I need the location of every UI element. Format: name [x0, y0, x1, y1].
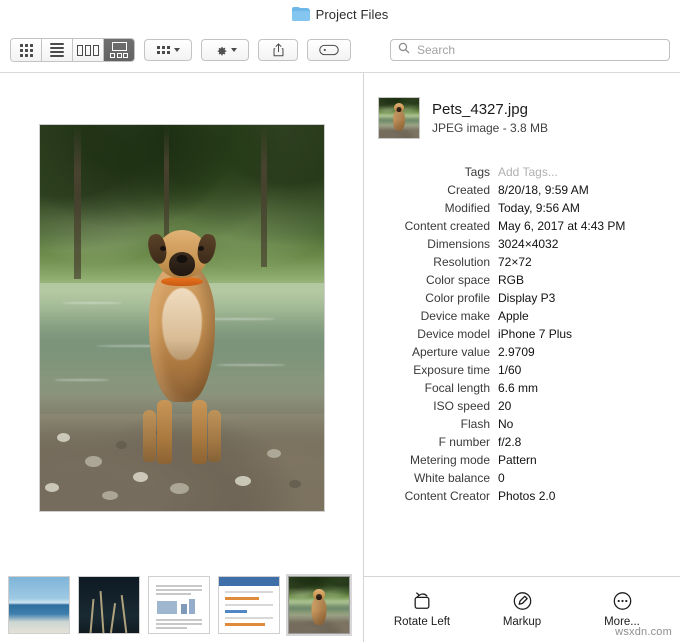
- info-label: Exposure time: [413, 363, 490, 377]
- file-meta: Pets_4327.jpg JPEG image - 3.8 MB: [432, 101, 548, 135]
- thumbnail-spreadsheet[interactable]: [218, 576, 280, 634]
- thumbnail-beach[interactable]: [8, 576, 70, 634]
- file-header: Pets_4327.jpg JPEG image - 3.8 MB: [364, 73, 680, 149]
- info-label: Device model: [417, 327, 490, 341]
- gear-icon: [214, 44, 227, 57]
- watermark: wsxdn.com: [615, 626, 672, 638]
- window-title: Project Files: [315, 6, 389, 22]
- search-icon: [398, 41, 410, 59]
- info-label: Content created: [404, 219, 490, 233]
- inspector-pane: Pets_4327.jpg JPEG image - 3.8 MB Tags A…: [364, 73, 680, 642]
- info-label: Color profile: [425, 291, 490, 305]
- info-label: ISO speed: [433, 399, 490, 413]
- ellipsis-circle-icon: [612, 591, 633, 611]
- folder-icon: [291, 7, 310, 21]
- toolbar: [0, 28, 680, 72]
- info-label: Content Creator: [404, 489, 490, 503]
- content-area: Pets_4327.jpg JPEG image - 3.8 MB Tags A…: [0, 72, 680, 642]
- action-menu-button[interactable]: [201, 39, 249, 61]
- rotate-left-label: Rotate Left: [393, 616, 451, 628]
- more-action[interactable]: More...: [580, 591, 664, 628]
- info-label: Resolution: [433, 255, 490, 269]
- info-value: 1/60: [498, 363, 522, 377]
- chevron-down-icon: [230, 48, 237, 52]
- rotate-left-icon: [411, 591, 433, 611]
- info-value: RGB: [498, 273, 525, 287]
- info-value: 6.6 mm: [498, 381, 539, 395]
- info-value: 72×72: [498, 255, 532, 269]
- markup-icon: [512, 591, 533, 611]
- thumbnail-document[interactable]: [148, 576, 210, 634]
- info-value: Apple: [498, 309, 529, 323]
- search-field[interactable]: [390, 39, 670, 61]
- info-value: May 6, 2017 at 4:43 PM: [498, 219, 626, 233]
- grid-icon: [19, 43, 33, 57]
- info-value: 2.9709: [498, 345, 535, 359]
- rotate-left-action[interactable]: Rotate Left: [380, 591, 464, 628]
- gallery-icon: [110, 42, 128, 58]
- file-kind-size: JPEG image - 3.8 MB: [432, 121, 549, 135]
- info-label: Flash: [460, 417, 490, 431]
- info-label: Focal length: [424, 381, 490, 395]
- info-label: White balance: [413, 471, 490, 485]
- share-button[interactable]: [258, 39, 298, 61]
- thumbnail-night-plants[interactable]: [78, 576, 140, 634]
- tags-button[interactable]: [307, 39, 351, 61]
- list-view-button[interactable]: [42, 39, 73, 61]
- file-name: Pets_4327.jpg: [432, 101, 528, 118]
- search-input[interactable]: [415, 42, 662, 58]
- share-icon: [272, 43, 285, 57]
- markup-label: Markup: [502, 616, 542, 628]
- info-value: Display P3: [498, 291, 556, 305]
- group-by-button[interactable]: [144, 39, 192, 61]
- info-value: 3024×4032: [498, 237, 559, 251]
- info-value: f/2.8: [498, 435, 522, 449]
- columns-icon: [77, 44, 99, 56]
- icon-view-button[interactable]: [11, 39, 42, 61]
- info-label: Created: [447, 183, 490, 197]
- info-label: Device make: [420, 309, 490, 323]
- finder-window: Project Files Search Pets_4327.jpg JPEG …: [0, 0, 680, 642]
- thumbnail-strip[interactable]: [0, 568, 363, 642]
- info-value: Today, 9:56 AM: [498, 201, 580, 215]
- info-label: F number: [438, 435, 490, 449]
- dog-subject: [127, 214, 237, 465]
- info-value: 8/20/18, 9:59 AM: [498, 183, 589, 197]
- info-value: 0: [498, 471, 505, 485]
- info-value: Pattern: [498, 453, 537, 467]
- info-label: Color space: [425, 273, 490, 287]
- file-info-table: Tags Add Tags... Created 8/20/18, 9:59 A…: [364, 149, 680, 503]
- column-view-button[interactable]: [73, 39, 104, 61]
- group-icon: [156, 46, 170, 54]
- info-value: 20: [498, 399, 512, 413]
- info-label: Dimensions: [427, 237, 490, 251]
- thumbnail-dog[interactable]: [288, 576, 350, 634]
- info-label: Modified: [444, 201, 490, 215]
- markup-action[interactable]: Markup: [480, 591, 564, 628]
- info-label: Metering mode: [409, 453, 490, 467]
- window-titlebar: Project Files: [0, 0, 680, 28]
- window-title-group: Project Files: [291, 6, 389, 22]
- gallery-pane: [0, 73, 364, 642]
- tags-field[interactable]: Add Tags...: [498, 165, 670, 179]
- gallery-view-button[interactable]: [104, 39, 134, 61]
- preview-area: [0, 73, 363, 568]
- info-value: iPhone 7 Plus: [498, 327, 573, 341]
- chevron-down-icon: [173, 48, 180, 52]
- file-thumbnail: [378, 97, 420, 139]
- info-label: Aperture value: [411, 345, 490, 359]
- list-icon: [50, 43, 64, 57]
- preview-image[interactable]: [38, 123, 325, 512]
- info-value: No: [498, 417, 514, 431]
- info-label: Tags: [464, 165, 490, 179]
- view-mode-segmented-control[interactable]: [10, 38, 135, 62]
- tag-icon: [319, 44, 339, 56]
- info-value: Photos 2.0: [498, 489, 556, 503]
